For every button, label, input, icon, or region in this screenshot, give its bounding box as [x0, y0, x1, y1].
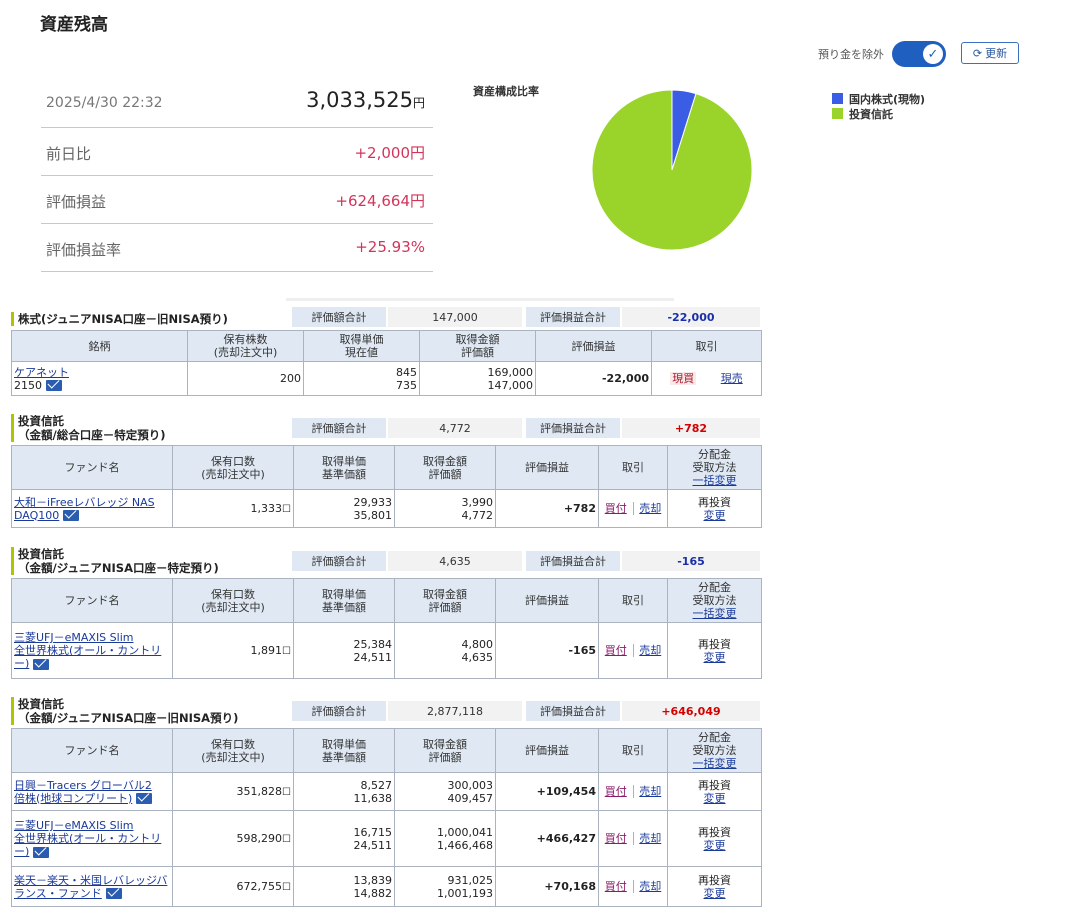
summary-row-pl-rate: 評価損益率 +25.93%	[41, 224, 433, 272]
legend-label: 投資信託	[849, 107, 893, 121]
stock-total-value: 147,000	[388, 307, 522, 327]
asset-summary: 2025/4/30 22:32 3,033,525円 前日比 +2,000円 評…	[41, 80, 433, 272]
fund-name-link[interactable]: 大和－iFreeレバレッジ NAS DAQ100	[14, 496, 155, 522]
summary-datetime: 2025/4/30 22:32	[46, 95, 163, 111]
legend-item-0: 国内株式(現物)	[832, 91, 925, 106]
fund-sell-button[interactable]: 売却	[639, 644, 661, 657]
fund-section-title: 投資信託 （金額/ジュニアNISA口座－旧NISA預り)	[11, 697, 238, 725]
fund-buy-button[interactable]: 買付	[605, 644, 627, 657]
table-row: 三菱UFJ－eMAXIS Slim 全世界株式(オール・カントリ ー) 598,290…	[11, 810, 762, 867]
mail-icon[interactable]	[136, 793, 153, 804]
fund-buy-button[interactable]: 買付	[605, 832, 627, 845]
stock-code: 2150	[14, 378, 42, 392]
summary-total-row: 2025/4/30 22:32 3,033,525円	[41, 80, 433, 128]
legend-label: 国内株式(現物)	[849, 92, 926, 106]
fund-pl-total: -165	[622, 551, 760, 571]
fund-section-3: 投資信託 （金額/ジュニアNISA口座－旧NISA預り) 評価額合計 2,877,11…	[11, 697, 762, 907]
pie-legend: 国内株式(現物) 投資信託	[832, 91, 925, 121]
fund-buy-button[interactable]: 買付	[605, 502, 627, 515]
fund-section-title: 投資信託 （金額/総合口座－特定預り)	[11, 414, 165, 442]
table-row: 日興－Tracers グローバル2 倍株(地球コンプリート) 351,828☐ 8,5…	[11, 772, 762, 811]
legend-swatch	[832, 93, 843, 104]
legend-swatch	[832, 108, 843, 119]
bulk-change-link[interactable]: 一括変更	[693, 607, 737, 620]
mail-icon[interactable]	[33, 658, 50, 670]
refresh-icon: ⟳	[972, 46, 983, 60]
fund-buy-button[interactable]: 買付	[605, 880, 627, 893]
fund-sell-button[interactable]: 売却	[639, 832, 661, 845]
dist-change-link[interactable]: 変更	[704, 509, 726, 522]
stock-section-header: 株式(ジュニアNISA口座－旧NISA預り) 評価額合計 147,000 評価損…	[11, 307, 761, 331]
summary-row-daychange: 前日比 +2,000円	[41, 128, 433, 176]
fund-total-value: 4,635	[388, 551, 522, 571]
summary-total-value: 3,033,525円	[306, 88, 425, 112]
mail-icon[interactable]	[33, 846, 50, 858]
fund-buy-button[interactable]: 買付	[605, 785, 627, 798]
mail-icon[interactable]	[63, 510, 80, 521]
dist-change-link[interactable]: 変更	[704, 792, 726, 805]
exclude-deposit-toggle[interactable]: ✓	[892, 41, 946, 67]
fund-sell-button[interactable]: 売却	[639, 880, 661, 893]
table-row: 大和－iFreeレバレッジ NAS DAQ100 1,333☐ 29,933 35,80…	[11, 489, 762, 528]
check-icon: ✓	[923, 44, 943, 64]
fund-sell-button[interactable]: 売却	[639, 785, 661, 798]
divider	[286, 298, 674, 301]
fund-total-value: 4,772	[388, 418, 522, 438]
fund-section-1: 投資信託 （金額/総合口座－特定預り) 評価額合計 4,772 評価損益合計 +782 ファ…	[11, 414, 762, 528]
stock-pl-total: -22,000	[622, 307, 760, 327]
dist-change-link[interactable]: 変更	[704, 651, 726, 664]
stock-name-link[interactable]: ケアネット	[14, 366, 69, 379]
bulk-change-link[interactable]: 一括変更	[693, 474, 737, 487]
asset-pie-chart	[591, 89, 753, 251]
exclude-deposit-label: 預り金を除外	[818, 48, 884, 61]
fund-section-header: 投資信託 （金額/ジュニアNISA口座－特定預り) 評価額合計 4,635 評価損益合計…	[11, 547, 761, 577]
fund-sell-button[interactable]: 売却	[639, 502, 661, 515]
mail-icon[interactable]	[46, 380, 62, 391]
fund-section-header: 投資信託 （金額/ジュニアNISA口座－旧NISA預り) 評価額合計 2,877,11…	[11, 697, 761, 727]
table-row: 三菱UFJ－eMAXIS Slim 全世界株式(オール・カントリ ー) 1,891☐ 2…	[11, 622, 762, 679]
fund-total-value: 2,877,118	[388, 701, 522, 721]
checkbox-icon: ☐	[282, 833, 291, 845]
stock-section: 株式(ジュニアNISA口座－旧NISA預り) 評価額合計 147,000 評価損…	[11, 307, 762, 396]
dist-change-link[interactable]: 変更	[704, 839, 726, 852]
table-row: ケアネット 2150 200 845 735 169,000 147,000 -22…	[11, 361, 762, 396]
fund-pl-total: +782	[622, 418, 760, 438]
mail-icon[interactable]	[105, 888, 122, 899]
pie-slice-1	[591, 89, 753, 251]
fund-pl-total: +646,049	[622, 701, 760, 721]
checkbox-icon: ☐	[282, 503, 291, 515]
fund-name-link[interactable]: 日興－Tracers グローバル2 倍株(地球コンプリート)	[14, 779, 152, 805]
stock-sell-button[interactable]: 現売	[721, 372, 743, 385]
fund-section-title: 投資信託 （金額/ジュニアNISA口座－特定預り)	[11, 547, 219, 575]
fund-section-header: 投資信託 （金額/総合口座－特定預り) 評価額合計 4,772 評価損益合計 +782	[11, 414, 761, 444]
checkbox-icon: ☐	[282, 881, 291, 893]
checkbox-icon: ☐	[282, 786, 291, 798]
fund-section-2: 投資信託 （金額/ジュニアNISA口座－特定預り) 評価額合計 4,635 評価損益合計…	[11, 547, 762, 679]
stock-table: 銘柄 保有株数 (売却注文中) 取得単価 現在値 取得金額 評価額 評価損益 取引 ケ…	[11, 330, 762, 396]
refresh-button[interactable]: ⟳ 更新	[961, 42, 1019, 64]
fund-table: ファンド名 保有口数 (売却注文中) 取得単価 基準価額 取得金額 評価額 評価損益 取引 分配金…	[11, 445, 762, 528]
dist-change-link[interactable]: 変更	[704, 887, 726, 900]
checkbox-icon: ☐	[282, 645, 291, 657]
page-title: 資産残高	[40, 15, 108, 35]
fund-table: ファンド名 保有口数 (売却注文中) 取得単価 基準価額 取得金額 評価額 評価損益 取引 分配金…	[11, 578, 762, 679]
pie-chart-title: 資産構成比率	[473, 85, 539, 98]
table-row: 楽天－楽天・米国レバレッジバ ランス・ファンド 672,755☐ 13,839 14,8…	[11, 866, 762, 907]
refresh-label: 更新	[985, 47, 1008, 60]
fund-name-link[interactable]: 楽天－楽天・米国レバレッジバ ランス・ファンド	[14, 874, 167, 900]
stock-buy-button[interactable]: 現買	[670, 372, 697, 385]
legend-item-1: 投資信託	[832, 106, 925, 121]
fund-table: ファンド名 保有口数 (売却注文中) 取得単価 基準価額 取得金額 評価額 評価損益 取引 分配金…	[11, 728, 762, 907]
bulk-change-link[interactable]: 一括変更	[693, 757, 737, 770]
stock-section-title: 株式(ジュニアNISA口座－旧NISA預り)	[11, 312, 228, 326]
summary-row-pl: 評価損益 +624,664円	[41, 176, 433, 224]
